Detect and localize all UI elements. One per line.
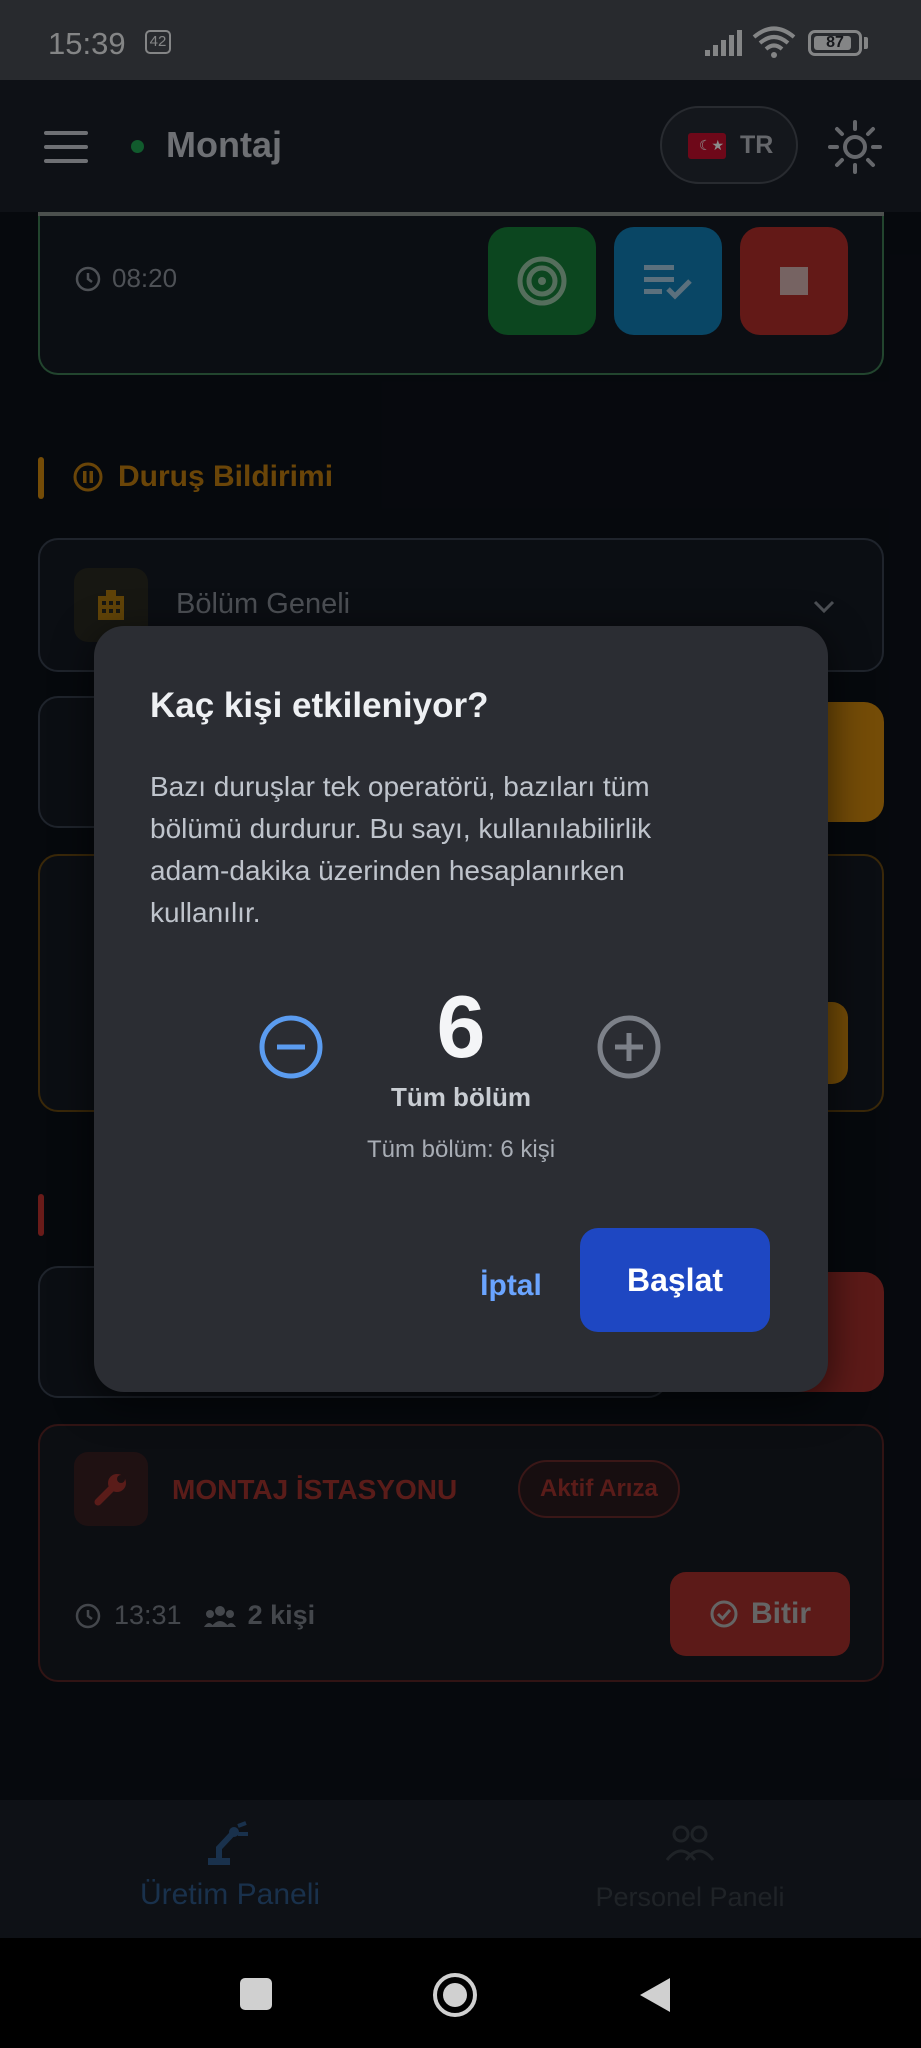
dialog-title: Kaç kişi etkileniyor?	[150, 686, 489, 725]
affected-people-dialog: Kaç kişi etkileniyor? Bazı duruşlar tek …	[94, 626, 828, 1392]
increment-button[interactable]	[596, 1014, 662, 1080]
back-icon[interactable]	[638, 1976, 672, 2014]
count-summary: Tüm bölüm: 6 kişi	[366, 1136, 556, 1163]
count-label: Tüm bölüm	[390, 1082, 532, 1112]
system-navigation-bar	[0, 1938, 921, 2048]
recents-icon[interactable]	[240, 1978, 272, 2010]
cancel-button[interactable]: İptal	[446, 1236, 576, 1336]
start-button[interactable]: Başlat	[580, 1228, 770, 1332]
dialog-description: Bazı duruşlar tek operatörü, bazıları tü…	[150, 771, 652, 928]
home-icon[interactable]	[432, 1972, 478, 2018]
people-count: 6	[436, 977, 486, 1076]
